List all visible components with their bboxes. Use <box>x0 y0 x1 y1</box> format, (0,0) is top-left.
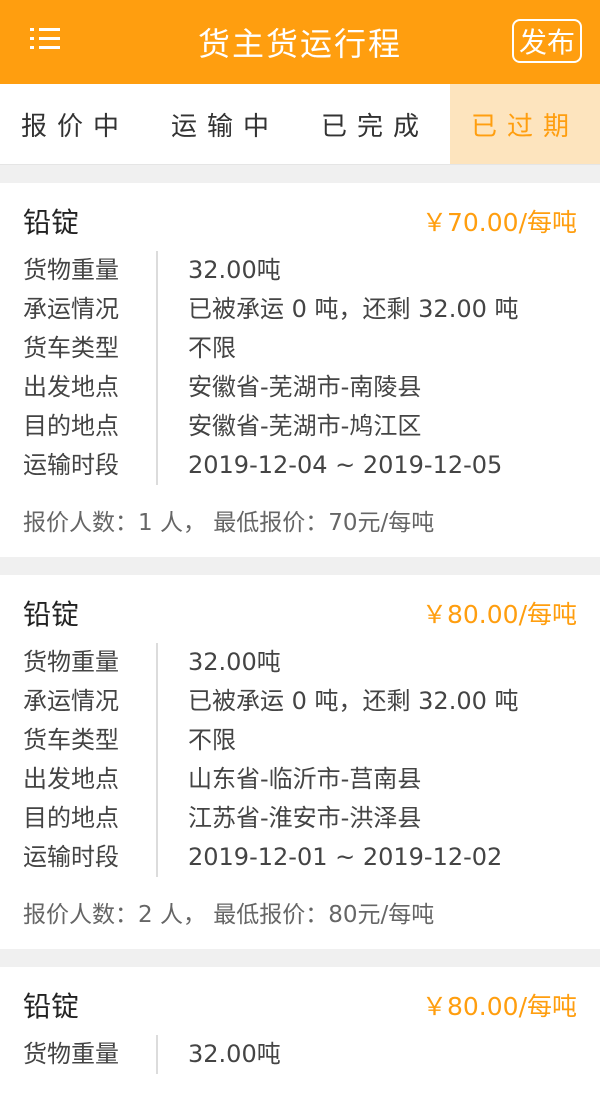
goods-name: 铅锭 <box>23 598 80 631</box>
status-tabs: 报价中 运输中 已完成 已过期 <box>0 84 600 165</box>
value-origin: 安徽省-芜湖市-南陵县 <box>188 373 422 401</box>
value-truck-type: 不限 <box>188 334 236 362</box>
value-period: 2019-12-01 ~ 2019-12-02 <box>188 843 503 871</box>
value-period: 2019-12-04 ~ 2019-12-05 <box>188 451 503 479</box>
quote-summary: 报价人数：2 人， 最低报价：80元/每吨 <box>23 902 435 928</box>
value-truck-type: 不限 <box>188 726 236 754</box>
value-destination: 安徽省-芜湖市-鸠江区 <box>188 412 422 440</box>
label-weight: 货物重量 <box>23 256 119 284</box>
tab-expired[interactable]: 已过期 <box>450 84 600 164</box>
order-list: 铅锭 ￥70.00/每吨 货物重量 承运情况 货车类型 出发地点 目的地点 运输… <box>0 165 600 1094</box>
label-period: 运输时段 <box>23 843 119 871</box>
label-destination: 目的地点 <box>23 804 119 832</box>
label-weight: 货物重量 <box>23 1040 119 1068</box>
order-card[interactable]: 铅锭 ￥80.00/每吨 货物重量 承运情况 货车类型 出发地点 目的地点 运输… <box>0 575 600 949</box>
label-origin: 出发地点 <box>23 765 119 793</box>
goods-name: 铅锭 <box>23 990 80 1023</box>
value-weight: 32.00吨 <box>188 256 281 284</box>
label-destination: 目的地点 <box>23 412 119 440</box>
label-period: 运输时段 <box>23 451 119 479</box>
unit-price: ￥80.00/每吨 <box>422 600 577 629</box>
value-destination: 江苏省-淮安市-洪泽县 <box>188 804 422 832</box>
app-header: 货主货运行程 发布 <box>0 0 600 84</box>
value-carriage: 已被承运 0 吨，还剩 32.00 吨 <box>188 687 519 715</box>
unit-price: ￥80.00/每吨 <box>422 992 577 1021</box>
label-carriage: 承运情况 <box>23 295 119 323</box>
publish-button[interactable]: 发布 <box>512 19 582 63</box>
tab-quoting[interactable]: 报价中 <box>0 84 150 164</box>
menu-icon[interactable] <box>30 28 60 52</box>
value-carriage: 已被承运 0 吨，还剩 32.00 吨 <box>188 295 519 323</box>
quote-summary: 报价人数：1 人， 最低报价：70元/每吨 <box>23 510 435 536</box>
order-card[interactable]: 铅锭 ￥80.00/每吨 货物重量 32.00吨 <box>0 967 600 1094</box>
goods-name: 铅锭 <box>23 206 80 239</box>
label-origin: 出发地点 <box>23 373 119 401</box>
label-truck-type: 货车类型 <box>23 334 119 362</box>
value-weight: 32.00吨 <box>188 1040 281 1068</box>
label-weight: 货物重量 <box>23 648 119 676</box>
tab-completed[interactable]: 已完成 <box>300 84 450 164</box>
tab-in-transit[interactable]: 运输中 <box>150 84 300 164</box>
order-card[interactable]: 铅锭 ￥70.00/每吨 货物重量 承运情况 货车类型 出发地点 目的地点 运输… <box>0 183 600 557</box>
value-origin: 山东省-临沂市-莒南县 <box>188 765 422 793</box>
page-title: 货主货运行程 <box>197 25 402 63</box>
label-truck-type: 货车类型 <box>23 726 119 754</box>
unit-price: ￥70.00/每吨 <box>422 208 577 237</box>
label-carriage: 承运情况 <box>23 687 119 715</box>
value-weight: 32.00吨 <box>188 648 281 676</box>
